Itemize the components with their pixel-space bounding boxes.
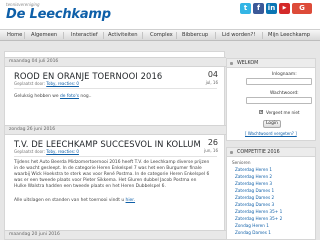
post-date-bar: maandag 20 juni 2016 [5,230,226,240]
competition-item[interactable]: Zaterdag Heren 3 [235,181,272,186]
remember-checkbox[interactable]: ✔ [259,109,264,114]
competition-heading-text: COMPETITIE 2016 [237,150,280,155]
competition-item[interactable]: Zondag Dames 1 [235,230,271,235]
nav-item-interactief[interactable]: Interactief [71,32,98,38]
competition-item[interactable]: Zaterdag Heren 35+ 2 [235,216,282,221]
nav-divider [142,32,143,39]
nav-item-lid-worden[interactable]: Lid worden?! [222,32,255,38]
news-feed: maandag 04 juli 2016 ROOD EN ORANJE TOER… [4,51,226,240]
linkedin-icon[interactable]: in [266,3,277,14]
bullet-icon [230,151,233,154]
nav-item-activiteiten[interactable]: Activiteiten [108,32,137,38]
login-panel: WELKOM Inlognaam: Wachtwoord: ✔ Vergeet … [226,58,316,141]
post-body-text: Alle uitslagen en standen van het toerno… [14,198,125,203]
twitter-icon[interactable]: t [240,3,251,14]
nav-divider [215,32,216,39]
competition-subheading: Senioren [232,160,251,165]
post-day: 04 [207,70,218,79]
post-meta-links[interactable]: Toby, reacties: 0 [46,149,79,154]
youtube-icon[interactable]: ▶ [279,3,290,14]
post-date: maandag 20 juni 2016 [9,232,60,237]
post-meta-label: Geplaatst door: [14,149,45,154]
post-date-bar: zondag 26 juni 2016 [5,125,226,135]
post-date-bar: maandag 04 juli 2016 [5,57,226,67]
nav-divider [63,32,64,39]
competition-heading: COMPETITIE 2016 [227,148,315,157]
competition-item[interactable]: Zondag Heren 1 [235,223,269,228]
post-body: Geluksig hebben we de foto's nog.. [14,94,210,100]
competition-item[interactable]: Zaterdag Dames 3 [235,202,274,207]
main-nav: Home Algemeen Interactief Activiteiten C… [0,29,320,41]
post-body-text: nog.. [80,94,92,99]
post-month: jun, 16 [204,148,218,153]
username-label: Inlognaam: [272,72,297,77]
login-heading-text: WELKOM [237,61,259,66]
nav-item-home[interactable]: Home [7,32,22,38]
site-logo[interactable]: De Leechkamp [6,7,111,22]
nav-item-mijn-leechkamp[interactable]: Mijn Leechkamp [268,32,310,38]
username-input[interactable] [246,78,312,85]
post-body-text: Geluksig hebben we [14,94,59,99]
competition-item[interactable]: Zaterdag Heren 1 [235,167,272,172]
post-meta-links[interactable]: Toby, reacties: 0 [46,81,79,86]
post-body-link[interactable]: hier. [126,198,136,203]
post-body: Alle uitslagen en standen van het toerno… [14,198,210,204]
nav-divider [176,32,177,39]
checkmark-icon: ✔ [260,109,264,114]
post-divider [14,156,217,157]
site-header: tennisvereniging De Leechkamp t f in ▶ G [0,0,320,29]
competition-panel: COMPETITIE 2016 Senioren Zaterdag Heren … [226,147,316,240]
post-month: jul, 16 [205,80,218,85]
nav-item-algemeen[interactable]: Algemeen [31,32,57,38]
facebook-icon[interactable]: f [253,3,264,14]
remember-label: Vergeet me niet [266,110,300,115]
post-date: zondag 26 juni 2016 [9,127,56,132]
post-day: 26 [207,138,218,147]
competition-item[interactable]: Zaterdag Heren 35+ 1 [235,209,282,214]
remember-row: ✔ Vergeet me niet [227,109,317,116]
post-title[interactable]: ROOD EN ORANJE TOERNOOI 2016 [14,71,162,81]
nav-divider [103,32,104,39]
forgot-password-link[interactable]: [ Wachtwoord vergeten? ] [245,131,297,136]
nav-divider [24,32,25,39]
post-title[interactable]: T.V. DE LEECHKAMP SUCCESVOL IN KOLLUM [14,139,201,149]
post-meta: Geplaatst door: Toby, reacties: 0 [14,149,79,154]
competition-item[interactable]: Zaterdag Dames 1 [235,188,274,193]
post-meta: Geplaatst door: Toby, reacties: 0 [14,81,79,86]
google-icon[interactable]: G [292,3,312,14]
password-label: Wachtwoord: [270,91,299,96]
nav-item-complex[interactable]: Complex [150,32,173,38]
post-divider [14,88,217,89]
login-button[interactable]: Login [263,120,281,128]
bullet-icon [230,62,233,65]
competition-item[interactable]: Zaterdag Heren 2 [235,174,272,179]
post-meta-label: Geplaatst door: [14,81,45,86]
competition-item[interactable]: Zaterdag Dames 2 [235,195,274,200]
nav-item-bibbercup[interactable]: Bibbercup [182,32,208,38]
post-body: Tijdens het Auto Beerda Midzomertoernooi… [14,160,210,190]
post-body-link[interactable]: de foto's [60,94,79,99]
login-heading: WELKOM [227,59,315,68]
post-date: maandag 04 juli 2016 [9,59,59,64]
nav-divider [262,32,263,39]
password-input[interactable] [246,97,312,104]
